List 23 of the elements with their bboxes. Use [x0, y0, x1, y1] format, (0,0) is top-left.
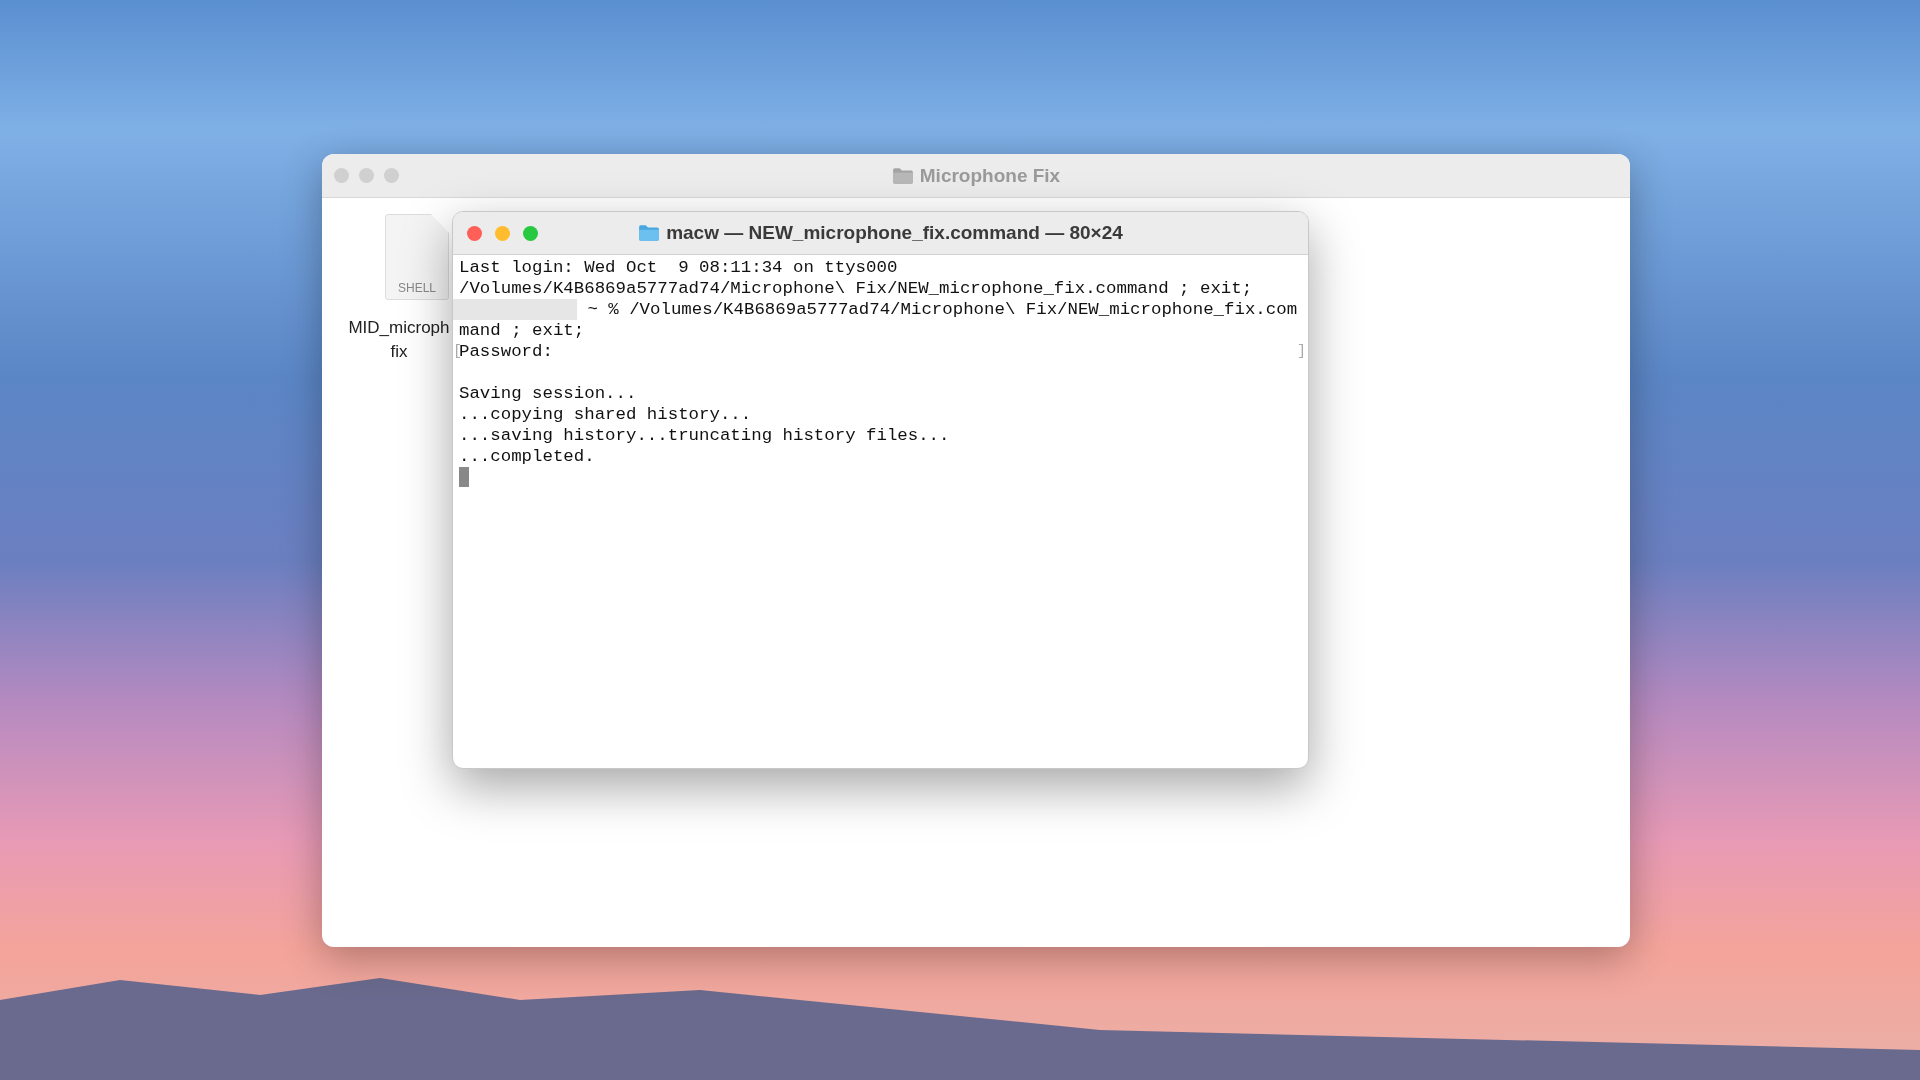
terminal-text: ...saving history...truncating history files... [459, 426, 950, 445]
folder-icon [638, 224, 661, 242]
close-button[interactable] [334, 168, 349, 183]
zoom-button[interactable] [523, 225, 538, 241]
terminal-text: Last login: Wed Oct 9 08:11:34 on ttys000 [459, 258, 898, 277]
terminal-text: mand ; exit; [459, 321, 585, 340]
shell-file-icon[interactable]: SHELL [385, 214, 449, 300]
window-title: macw — NEW_microphone_fix.command — 80×24 [666, 222, 1123, 244]
minimize-button[interactable] [495, 225, 510, 241]
folder-icon [891, 166, 914, 185]
zoom-button[interactable] [384, 168, 399, 183]
terminal-text: ~ % /Volumes/K4B6869a5777ad74/Microphone\ Fix/NEW_microphone_fix.com [587, 300, 1298, 319]
file-name: MID_microph fix [348, 317, 450, 363]
bracket-mark: ] [1297, 342, 1306, 362]
text-cursor [459, 467, 469, 487]
terminal-text: Saving session... [459, 384, 637, 403]
terminal-text: Password: [459, 342, 553, 361]
window-title: Microphone Fix [919, 164, 1061, 187]
close-button[interactable] [467, 225, 482, 241]
terminal-text: ...copying shared history... [459, 405, 752, 424]
terminal-text: ...completed. [459, 447, 595, 466]
terminal-text: /Volumes/K4B6869a5777ad74/Microphone\ Fix/NEW_microphone_fix.command ; exit; [459, 279, 1253, 298]
minimize-button[interactable] [359, 168, 374, 183]
